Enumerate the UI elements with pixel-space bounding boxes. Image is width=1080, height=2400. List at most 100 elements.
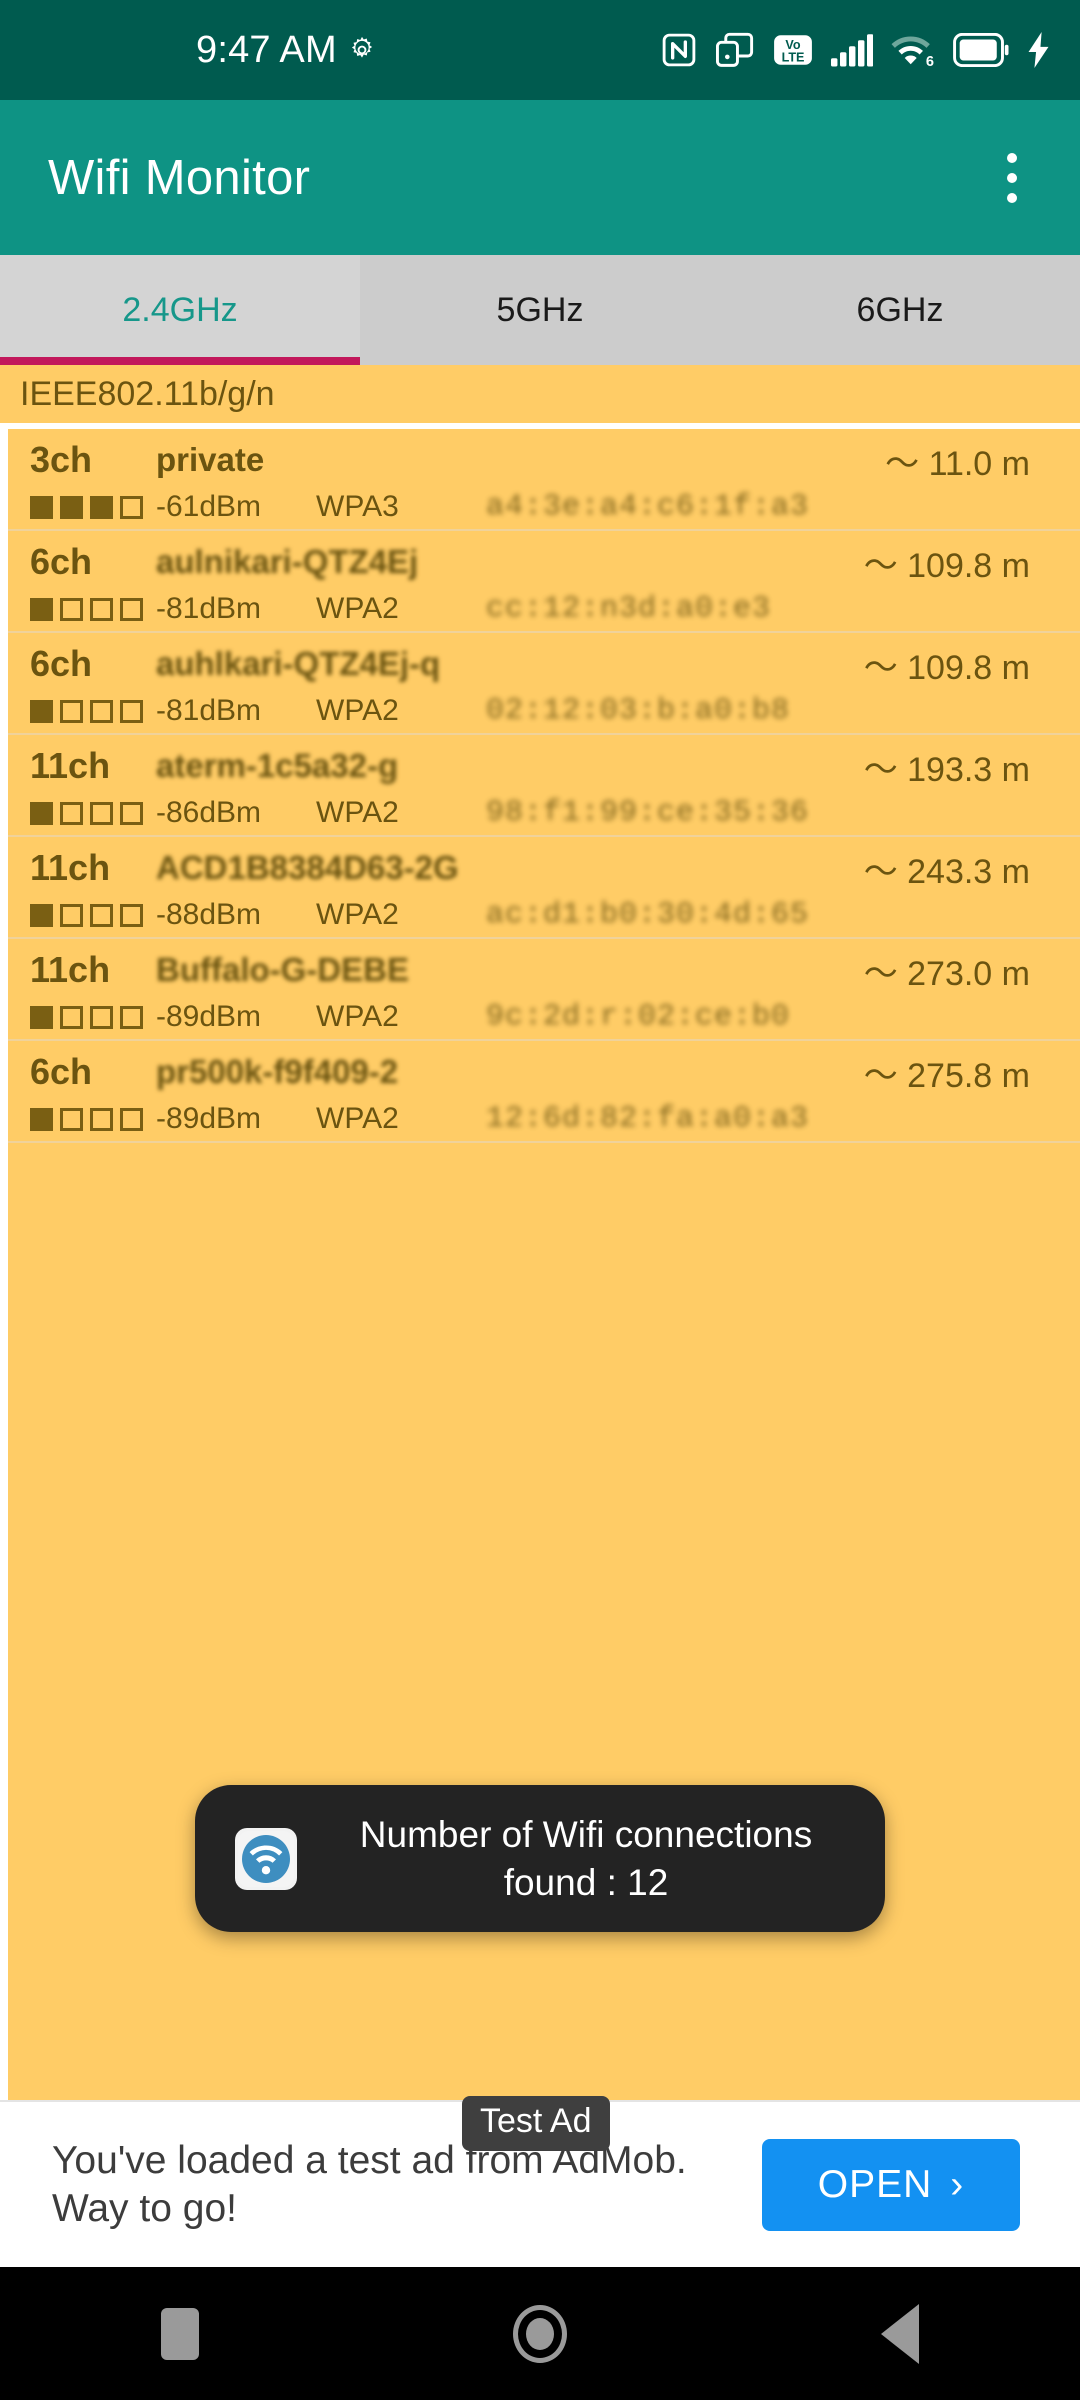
signal-bar [120, 1005, 143, 1029]
mac-address-label: ac:d1:b0:30:4d:65 [486, 898, 810, 932]
screen-cast-icon [715, 31, 755, 69]
signal-bar [30, 903, 53, 927]
network-row[interactable]: 6ch aulnikari-QTZ4Ej 〜 109.8 m -81dBm WPA2 cc… [8, 531, 1080, 633]
svg-text:LTE: LTE [782, 50, 805, 64]
toast-notification: Number of Wifi connections found : 12 [195, 1785, 885, 1932]
test-ad-badge: Test Ad [462, 2096, 610, 2151]
wifi-standard-label: IEEE802.11b/g/n [20, 374, 275, 413]
square-icon [161, 2307, 199, 2360]
ssid-label: Buffalo-G-DEBE [156, 951, 409, 988]
security-label: WPA2 [316, 694, 399, 727]
recents-button[interactable] [0, 2307, 360, 2360]
network-list: 3ch private 〜 11.0 m -61dBm WPA3 a4:3e:a4:c6:… [8, 429, 1080, 1622]
signal-bar [30, 1107, 53, 1131]
ad-open-button[interactable]: OPEN › [762, 2138, 1020, 2231]
mac-address-label: 98:f1:99:ce:35:36 [486, 796, 810, 830]
signal-bar [90, 801, 113, 825]
status-bar-right: Vo LTE 6 [660, 31, 1052, 69]
mac-address-label: 12:6d:82:fa:a0:a3 [486, 1102, 810, 1136]
signal-bar [60, 801, 83, 825]
mac-address-label: 02:12:03:b:a0:b8 [486, 694, 791, 728]
network-row[interactable]: 6ch auhlkari-QTZ4Ej-q 〜 109.8 m -81dBm WPA2 0… [8, 633, 1080, 735]
security-label: WPA2 [316, 1102, 399, 1135]
svg-text:6: 6 [926, 54, 934, 69]
chevron-right-icon: › [950, 2162, 965, 2206]
nfc-icon [660, 31, 698, 69]
distance-label: 〜 109.8 m [863, 648, 1030, 687]
signal-bar [120, 1107, 143, 1131]
ssid-label: pr500k-f9f409-2 [156, 1053, 399, 1090]
signal-bar [30, 495, 53, 519]
network-list-container[interactable]: 3ch private 〜 11.0 m -61dBm WPA3 a4:3e:a4:c6:… [0, 423, 1080, 2100]
security-label: WPA2 [316, 592, 399, 625]
tab-label: 5GHz [496, 290, 584, 329]
ssid-label: private [156, 441, 265, 478]
page-title: Wifi Monitor [48, 150, 311, 205]
security-label: WPA3 [316, 490, 399, 523]
distance-label: 〜 109.8 m [863, 546, 1030, 585]
distance-label: 〜 243.3 m [863, 852, 1030, 891]
tab-5ghz[interactable]: 5GHz [360, 255, 720, 365]
circle-inner [526, 2317, 554, 2350]
dbm-label: -88dBm [156, 898, 262, 931]
signal-strength-bars [8, 495, 156, 519]
signal-strength-bars [8, 1005, 156, 1029]
dbm-label: -81dBm [156, 694, 262, 727]
overflow-menu-icon[interactable] [990, 143, 1034, 213]
dbm-label: -89dBm [156, 1102, 262, 1135]
signal-bar [30, 597, 53, 621]
network-row[interactable]: 3ch private 〜 11.0 m -61dBm WPA3 a4:3e:a4:c6:… [8, 429, 1080, 531]
ssid-label: ACD1B8384D63-2G [156, 849, 459, 886]
back-button[interactable] [720, 2303, 1080, 2364]
signal-bar [120, 903, 143, 927]
status-bar-clock: 9:47 AM [196, 28, 337, 71]
signal-bar [30, 1005, 53, 1029]
tab-2-4ghz[interactable]: 2.4GHz [0, 255, 360, 365]
status-bar-left: 9:47 AM [196, 29, 377, 72]
ssid-label: auhlkari-QTZ4Ej-q [156, 645, 441, 682]
app-bar: Wifi Monitor [0, 100, 1080, 255]
toast-message: Number of Wifi connections found : 12 [327, 1811, 845, 1906]
channel-label: 11ch [30, 847, 111, 888]
cellular-signal-icon [831, 31, 873, 69]
network-row[interactable]: 11ch aterm-1c5a32-g 〜 193.3 m -86dBm WPA2 98:… [8, 735, 1080, 837]
home-button[interactable] [360, 2304, 720, 2363]
toast-line-1: Number of Wifi connections [359, 1814, 813, 1856]
signal-bar [60, 699, 83, 723]
security-label: WPA2 [316, 796, 399, 829]
signal-bar [90, 699, 113, 723]
signal-bar [90, 1107, 113, 1131]
ad-banner[interactable]: You've loaded a test ad from AdMob. Way … [0, 2096, 1080, 2267]
signal-strength-bars [8, 903, 156, 927]
frequency-tabs: 2.4GHz 5GHz 6GHz [0, 255, 1080, 365]
tab-6ghz[interactable]: 6GHz [720, 255, 1080, 365]
signal-bar [60, 495, 83, 519]
volte-icon: Vo LTE [772, 31, 814, 69]
security-label: WPA2 [316, 898, 399, 931]
gear-icon [347, 35, 377, 65]
signal-bar [120, 699, 143, 723]
channel-label: 11ch [30, 949, 111, 990]
signal-bar [60, 1005, 83, 1029]
signal-bar [120, 597, 143, 621]
signal-bar [60, 597, 83, 621]
security-label: WPA2 [316, 1000, 399, 1033]
signal-bar [30, 801, 53, 825]
tab-label: 6GHz [856, 290, 944, 329]
signal-strength-bars [8, 1107, 156, 1131]
network-row[interactable]: 6ch pr500k-f9f409-2 〜 275.8 m -89dBm WPA2 12:… [8, 1041, 1080, 1143]
channel-label: 6ch [30, 541, 93, 582]
channel-label: 11ch [30, 745, 111, 786]
network-row[interactable]: 11ch Buffalo-G-DEBE 〜 273.0 m -89dBm WPA2 9c:… [8, 939, 1080, 1041]
signal-bar [90, 597, 113, 621]
tab-label: 2.4GHz [122, 290, 238, 329]
mac-address-label: 9c:2d:r:02:ce:b0 [486, 1000, 791, 1034]
ad-headline: You've loaded a test ad from AdMob. Way … [52, 2138, 687, 2230]
signal-bar [60, 1107, 83, 1131]
network-row[interactable]: 11ch ACD1B8384D63-2G 〜 243.3 m -88dBm WPA2 ac… [8, 837, 1080, 939]
charging-bolt-icon [1026, 32, 1052, 68]
overflow-dot [1007, 152, 1017, 163]
phone-screen: 9:47 AM Vo LTE 6 Wifi Monitor 2.4GHz 5GH… [0, 0, 1080, 2400]
distance-label: 〜 11.0 m [885, 444, 1030, 483]
signal-bar [90, 495, 113, 519]
